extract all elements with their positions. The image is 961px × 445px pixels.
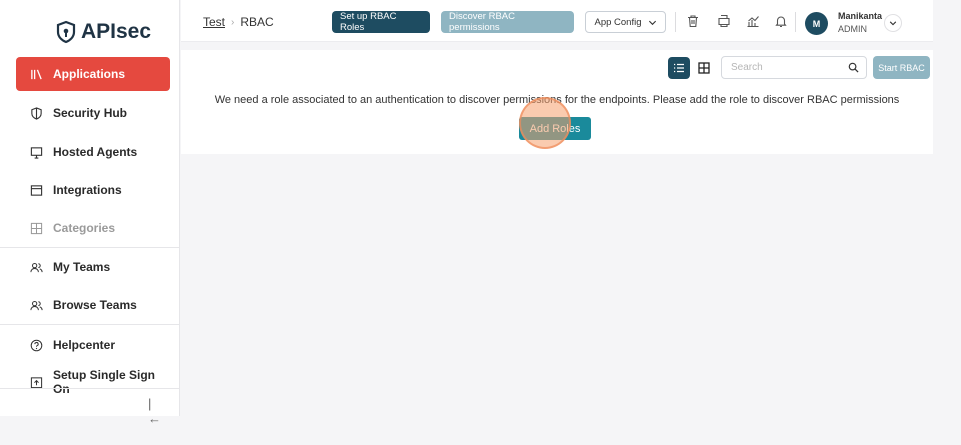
print-icon[interactable] [717,14,731,28]
bell-icon[interactable] [774,14,788,28]
top-bar: Test › RBAC Set up RBAC Roles Discover R… [181,0,933,42]
sidebar-item-label: Applications [53,67,126,81]
app-config-button[interactable]: App Config [585,11,666,33]
sidebar-item-label: Helpcenter [53,338,116,352]
add-roles-button[interactable]: Add Roles [519,117,591,140]
grid-icon [30,222,43,234]
trash-icon[interactable] [686,14,700,28]
chevron-right-icon: › [231,16,235,28]
sidebar-item-security-hub[interactable]: Security Hub [16,96,170,130]
brand-name: APIsec [81,20,152,43]
window-icon [30,184,43,196]
sidebar-item-hosted-agents[interactable]: Hosted Agents [16,135,170,169]
monitor-icon [30,146,43,159]
sidebar-item-label: Integrations [53,183,122,197]
sidebar-item-integrations[interactable]: Integrations [16,173,170,207]
search-icon[interactable] [848,62,859,73]
sidebar-item-browse-teams[interactable]: Browse Teams [16,288,170,322]
sidebar-item-sso[interactable]: Setup Single Sign On [16,365,170,399]
sidebar-item-label: Categories [53,221,116,235]
header-divider [675,12,676,32]
sidebar-divider [0,247,180,248]
sidebar-item-label: Setup Single Sign On [53,368,156,396]
user-role: ADMIN [838,24,867,34]
view-toggle [668,57,715,79]
sidebar-divider [0,324,180,325]
breadcrumb: Test › RBAC [203,15,274,29]
help-icon [30,339,43,351]
setup-rbac-roles-button[interactable]: Set up RBAC Roles [332,11,430,33]
sidebar-item-label: Browse Teams [53,298,137,312]
applications-icon [31,69,42,79]
grid-view-button[interactable] [693,57,715,79]
analytics-icon[interactable] [746,14,760,28]
team-icon [30,300,43,310]
chevron-down-icon [648,20,656,25]
apisec-logo-icon [56,20,76,44]
list-icon [674,63,684,73]
app-config-label: App Config [594,16,642,28]
breadcrumb-parent-link[interactable]: Test [203,15,225,29]
sidebar: APIsec Applications Security Hub Hosted … [0,0,180,426]
discover-rbac-permissions-button[interactable]: Discover RBAC permissions [441,11,574,33]
user-name: Manikanta [838,11,883,21]
breadcrumb-current: RBAC [240,15,274,29]
main-panel: Start RBAC We need a role associated to … [181,50,933,154]
shield-icon [31,106,42,120]
chevron-down-icon [889,21,897,26]
user-menu-toggle[interactable] [884,14,902,32]
sidebar-item-label: My Teams [53,260,111,274]
sso-icon [30,376,43,388]
start-rbac-button[interactable]: Start RBAC [873,56,930,79]
empty-state-message: We need a role associated to an authenti… [214,94,900,106]
sidebar-divider [0,388,180,389]
search-input[interactable] [731,57,841,78]
brand-logo[interactable]: APIsec [55,20,151,44]
sidebar-item-label: Security Hub [53,106,128,120]
collapse-sidebar-icon[interactable]: |← [148,396,164,426]
sidebar-item-applications[interactable]: Applications [16,57,170,91]
team-icon [30,262,43,272]
grid-icon [698,62,710,74]
sidebar-item-categories[interactable]: Categories [16,211,170,245]
sidebar-item-helpcenter[interactable]: Helpcenter [16,328,170,362]
sidebar-item-my-teams[interactable]: My Teams [16,250,170,284]
avatar[interactable]: M [805,12,828,35]
sidebar-item-label: Hosted Agents [53,145,138,159]
list-view-button[interactable] [668,57,690,79]
header-divider [795,12,796,32]
search-box [721,56,867,79]
